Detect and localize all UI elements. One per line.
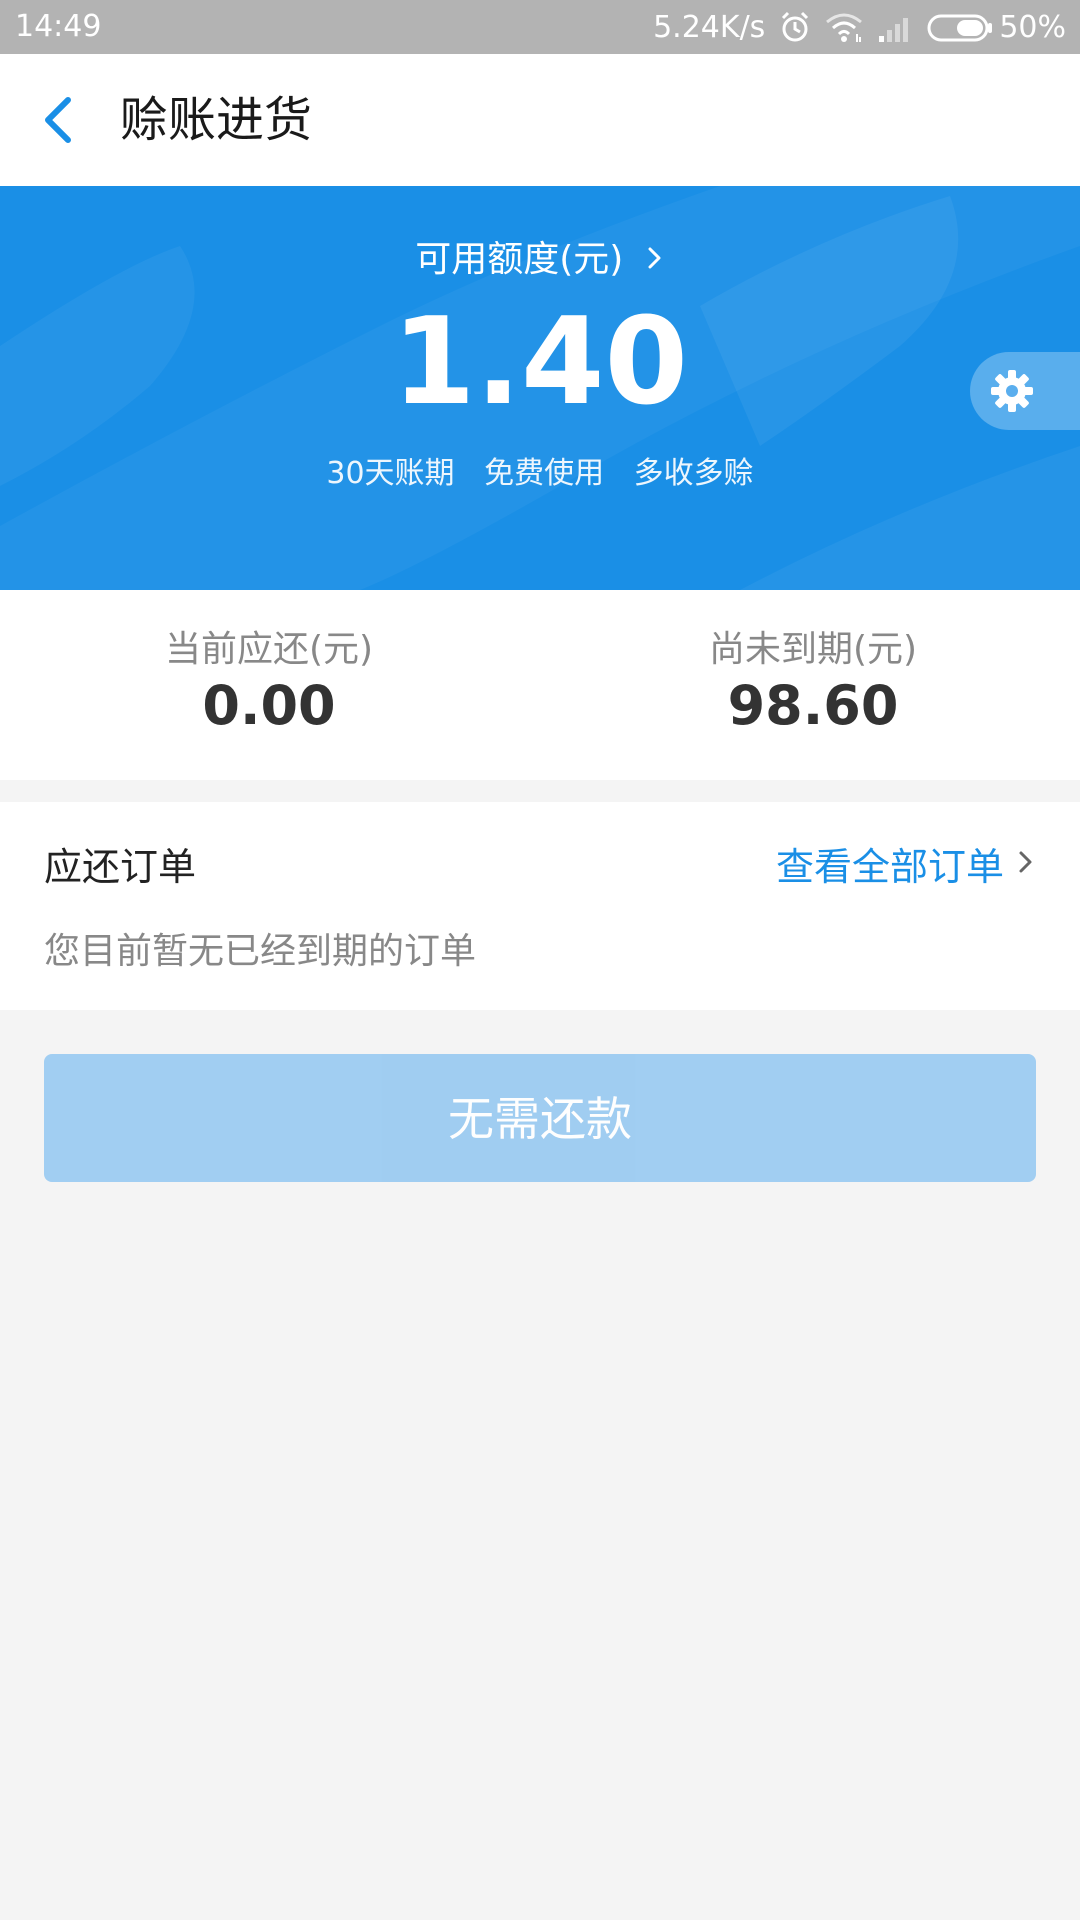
network-speed: 5.24K/s — [653, 9, 766, 45]
current-due-label: 当前应还(元) — [164, 629, 374, 670]
wifi-icon — [825, 10, 863, 44]
alarm-icon — [779, 10, 811, 44]
available-credit-link[interactable]: 可用额度(元) — [0, 230, 1080, 282]
available-credit-label: 可用额度(元) — [415, 239, 624, 280]
chevron-right-icon — [645, 241, 665, 282]
chevron-right-icon — [1016, 842, 1036, 886]
current-due-block: 当前应还(元) 0.00 — [0, 628, 540, 738]
back-button[interactable] — [30, 90, 90, 150]
empty-orders-message: 您目前暂无已经到期的订单 — [44, 931, 477, 972]
battery-percentage: 50% — [999, 9, 1066, 45]
tagline-term: 30天账期 — [326, 456, 455, 491]
battery-icon — [927, 10, 993, 44]
credit-taglines: 30天账期 免费使用 多收多赊 — [0, 448, 1080, 492]
due-orders-section: 应还订单 查看全部订单 您目前暂无已经到期的订单 — [0, 802, 1080, 1010]
view-all-orders-label: 查看全部订单 — [775, 845, 1004, 889]
gear-icon — [991, 370, 1033, 412]
not-due-block: 尚未到期(元) 98.60 — [540, 628, 1080, 738]
current-due-value: 0.00 — [202, 674, 336, 737]
page-title: 赊账进货 — [120, 92, 313, 148]
status-bar: 14:49 5.24K/s 50% — [0, 0, 1080, 54]
repayment-summary: 当前应还(元) 0.00 尚未到期(元) 98.60 — [0, 590, 1080, 780]
available-credit-amount: 1.40 — [391, 293, 689, 432]
not-due-value: 98.60 — [727, 674, 899, 737]
status-right-group: 5.24K/s 50% — [653, 8, 1066, 46]
due-orders-title: 应还订单 — [44, 845, 197, 889]
repay-button[interactable]: 无需还款 — [44, 1054, 1036, 1182]
settings-button[interactable] — [970, 352, 1080, 430]
chevron-left-icon — [45, 97, 71, 143]
tagline-more: 多收多赊 — [633, 456, 754, 491]
credit-hero: 可用额度(元) 1.40 30天账期 免费使用 多收多赊 — [0, 186, 1080, 590]
not-due-label: 尚未到期(元) — [708, 629, 918, 670]
tagline-free: 免费使用 — [484, 456, 605, 491]
view-all-orders-link[interactable]: 查看全部订单 — [776, 836, 1036, 891]
header: 赊账进货 — [0, 54, 1080, 186]
signal-icon — [877, 10, 913, 44]
status-time: 14:49 — [15, 9, 102, 44]
